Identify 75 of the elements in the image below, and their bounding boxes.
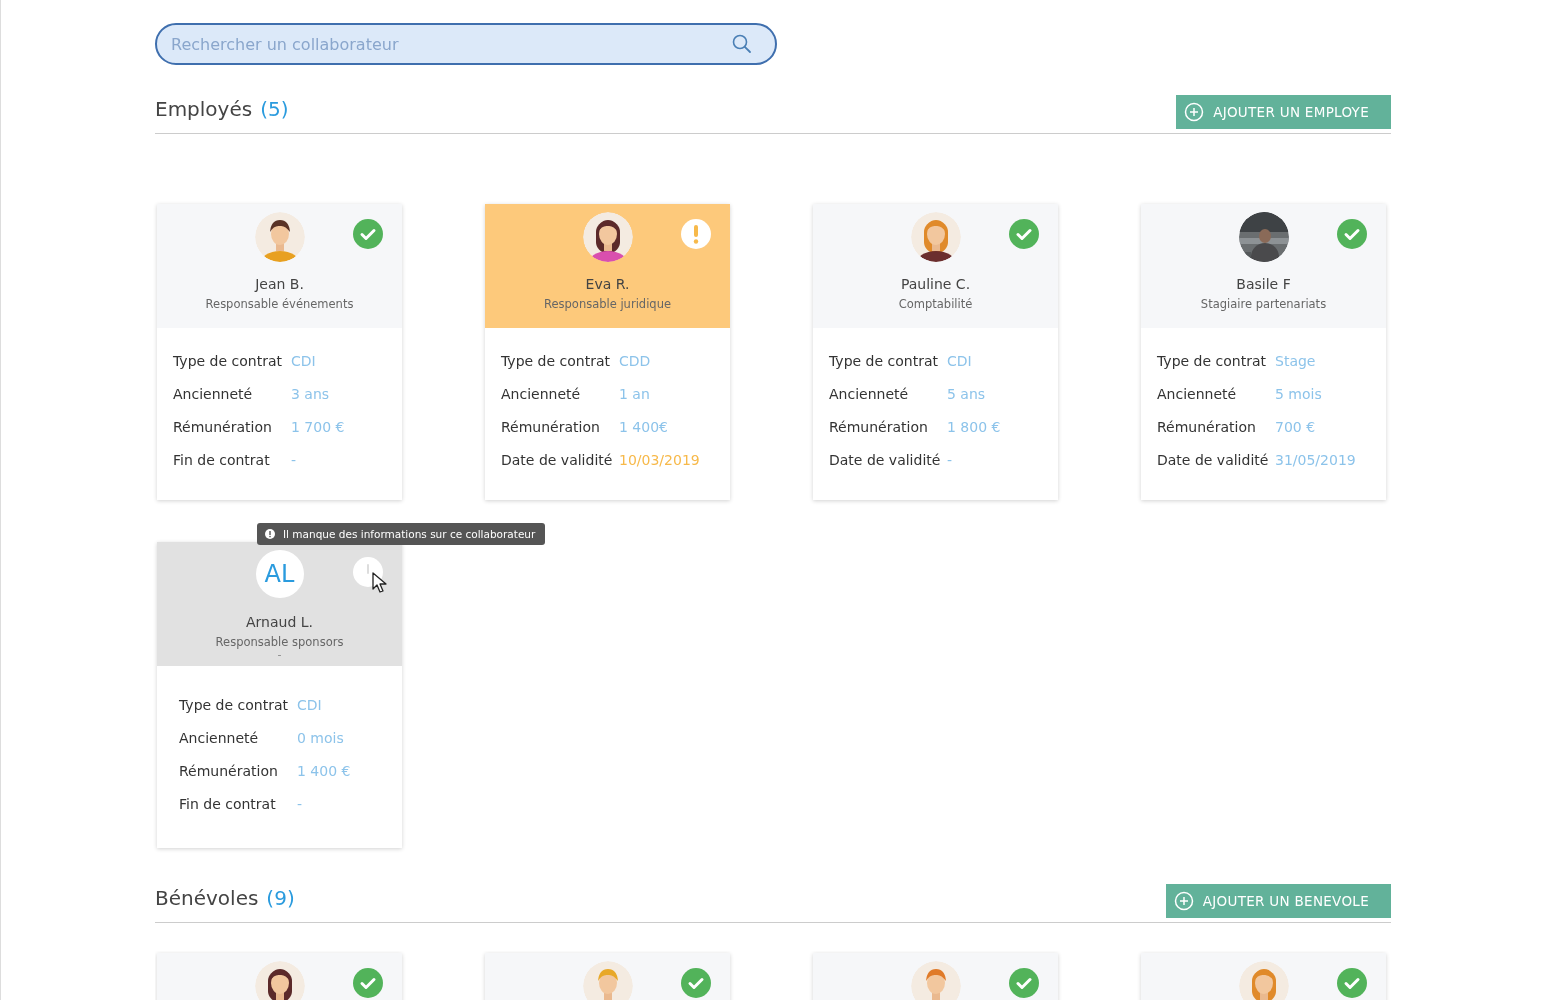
field-value: -	[291, 451, 297, 468]
employee-name: Eva R.	[584, 276, 631, 292]
field-label: Fin de contrat	[173, 451, 271, 468]
section-count: (5)	[260, 97, 289, 121]
field-value: 31/05/2019	[1275, 451, 1356, 468]
field-value: 0 mois	[297, 729, 344, 746]
section-title: Employés	[155, 97, 253, 121]
field-label: Rémunération	[179, 762, 279, 779]
field-value: 1 800 €	[947, 418, 1001, 435]
avatar	[582, 212, 633, 262]
plus-circle-icon	[1184, 102, 1205, 122]
plus-circle-icon	[1173, 891, 1194, 911]
field-value: CDD	[619, 352, 651, 369]
avatar	[910, 961, 961, 1000]
add-button[interactable]: AJOUTER UN EMPLOYE	[1176, 95, 1391, 129]
field-label: Date de validité	[501, 451, 614, 468]
field-value: Stage	[1275, 352, 1316, 369]
field-label: Ancienneté	[179, 729, 260, 746]
avatar	[582, 961, 633, 1000]
field-value: 1 400 €	[297, 762, 351, 779]
field-value: -	[297, 795, 303, 812]
employee-name: Arnaud L.	[245, 614, 314, 630]
field-label: Rémunération	[829, 418, 929, 435]
section-title: Bénévoles	[155, 886, 259, 910]
employee-role: Stagiaire partenariats	[1199, 297, 1328, 311]
field-value: 5 mois	[1275, 385, 1322, 402]
field-value: CDI	[297, 696, 322, 713]
field-label: Type de contrat	[829, 352, 939, 369]
avatar	[254, 212, 305, 262]
field-label: Rémunération	[1157, 418, 1257, 435]
search-icon[interactable]	[732, 34, 752, 54]
tooltip-text: Il manque des informations sur ce collaborateur	[283, 528, 536, 540]
check-icon	[1009, 219, 1039, 249]
add-button[interactable]: AJOUTER UN BENEVOLE	[1165, 884, 1391, 918]
avatar	[254, 961, 305, 1000]
field-label: Type de contrat	[173, 352, 283, 369]
avatar	[910, 212, 961, 262]
avatar	[1238, 961, 1289, 1000]
field-value: -	[947, 451, 953, 468]
field-value: 3 ans	[291, 385, 330, 402]
field-label: Ancienneté	[501, 385, 582, 402]
field-label: Fin de contrat	[179, 795, 277, 812]
field-value: 1 700 €	[291, 418, 345, 435]
field-label: Date de validité	[1157, 451, 1270, 468]
field-value: 1 an	[619, 385, 650, 402]
field-value: 5 ans	[947, 385, 986, 402]
employee-name: Basile F	[1235, 276, 1292, 292]
field-value: 1 400€	[619, 418, 668, 435]
field-label: Rémunération	[173, 418, 273, 435]
field-label: Type de contrat	[1157, 352, 1267, 369]
field-value: 700 €	[1275, 418, 1316, 435]
employee-role: Responsable événements	[204, 297, 355, 311]
check-icon	[353, 219, 383, 249]
field-value: 10/03/2019	[619, 451, 700, 468]
employee-role: Comptabilité	[897, 297, 974, 311]
field-label: Ancienneté	[829, 385, 910, 402]
search-field[interactable]: Rechercher un collaborateur	[155, 23, 777, 65]
section-count: (9)	[266, 886, 295, 910]
field-label: Date de validité	[829, 451, 942, 468]
employee-role: Responsable sponsors	[214, 635, 345, 649]
field-label: Ancienneté	[173, 385, 254, 402]
field-label: Ancienneté	[1157, 385, 1238, 402]
field-value: CDI	[947, 352, 972, 369]
field-label: Type de contrat	[179, 696, 289, 713]
field-value: CDI	[291, 352, 316, 369]
employee-name: Pauline C.	[899, 276, 972, 292]
initials-avatar: AL	[255, 550, 304, 598]
employee-name: Jean B.	[253, 276, 305, 292]
field-label: Rémunération	[501, 418, 601, 435]
placeholder-dash: -	[277, 649, 282, 661]
employee-role: Responsable juridique	[543, 297, 672, 311]
field-label: Type de contrat	[501, 352, 611, 369]
check-icon	[1337, 219, 1367, 249]
exclamation-icon	[681, 219, 711, 249]
info-icon	[265, 529, 275, 539]
